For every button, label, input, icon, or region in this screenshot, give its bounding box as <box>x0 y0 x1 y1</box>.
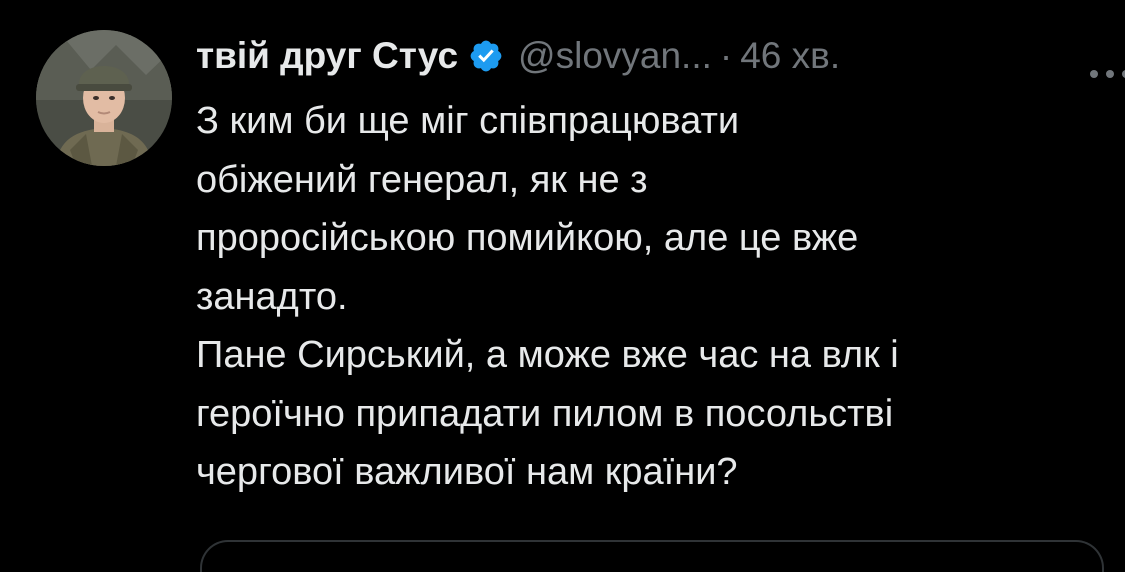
tweet-text-line: проросійською помийкою, але це вже <box>196 217 859 259</box>
tweet-text-line: занадто. <box>196 275 348 318</box>
tweet-header: твій друг Стус @slovyan... · 46 хв. <box>196 26 1125 86</box>
tweet-body: твій друг Стус @slovyan... · 46 хв. З ки… <box>196 26 1125 502</box>
avatar-image <box>36 30 172 166</box>
media-card-edge[interactable] <box>200 540 1104 572</box>
more-horizontal-icon[interactable] <box>1087 48 1125 78</box>
tweet-text-line: героїчно припадати пилом в посольстві <box>196 392 894 435</box>
tweet-text-line: Пане Сирський, а може вже час на влк і <box>196 334 899 376</box>
header-separator: · <box>719 35 733 76</box>
tweet[interactable]: твій друг Стус @slovyan... · 46 хв. З ки… <box>0 0 1125 572</box>
tweet-text: З ким би ще міг співпрацювати обіжений г… <box>196 92 1101 502</box>
tweet-text-line: чергової важливої нам країни? <box>196 451 738 493</box>
verified-badge-icon[interactable] <box>468 38 504 74</box>
author-handle[interactable]: @slovyan... <box>518 35 712 77</box>
tweet-text-line: обіжений генерал, як не з <box>196 158 648 201</box>
tweet-timestamp[interactable]: 46 хв. <box>740 35 840 77</box>
author-avatar[interactable] <box>36 30 172 166</box>
tweet-text-line: З ким би ще міг співпрацювати <box>196 100 740 142</box>
author-display-name[interactable]: твій друг Стус <box>196 35 458 77</box>
